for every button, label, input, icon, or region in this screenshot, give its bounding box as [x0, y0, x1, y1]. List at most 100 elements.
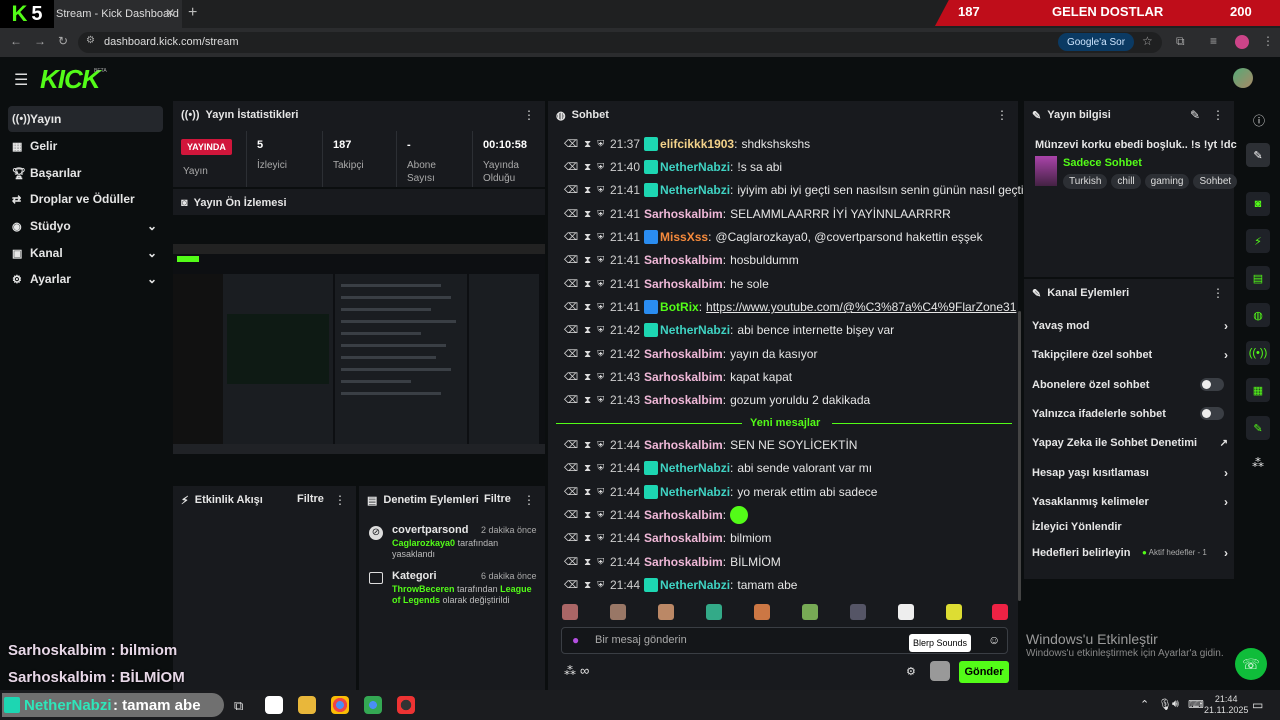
message-username[interactable]: Sarhoskalbim: [644, 531, 723, 545]
sidebar-item-basarilar[interactable]: 🏆︎ Başarılar: [8, 160, 163, 186]
message-username[interactable]: Sarhoskalbim: [644, 207, 723, 221]
close-tab-icon[interactable]: ✕: [165, 6, 175, 20]
emote-icon[interactable]: [850, 604, 866, 620]
mod-tools-icon[interactable]: ⌫⧗⛨: [564, 139, 610, 150]
mod-tools-icon[interactable]: ⌫⧗⛨: [564, 395, 610, 406]
sidebar-item-droplar[interactable]: ⇄ Droplar ve Ödüller: [8, 186, 163, 212]
chrome-icon[interactable]: [331, 696, 349, 714]
volume-icon[interactable]: 🔊︎: [1172, 698, 1179, 711]
mod-tools-icon[interactable]: ⌫⧗⛨: [564, 533, 610, 544]
stream-info-menu-icon[interactable]: ⋮: [1212, 108, 1224, 122]
new-tab-icon[interactable]: +: [188, 4, 197, 22]
message-username[interactable]: Sarhoskalbim: [644, 347, 723, 361]
emotes-only-toggle[interactable]: [1200, 407, 1224, 420]
chat-scrollbar[interactable]: [1018, 311, 1021, 601]
info-icon[interactable]: ⓘ: [1253, 112, 1265, 129]
notifications-icon[interactable]: ▭: [1252, 698, 1263, 712]
mod-tools-icon[interactable]: ⌫⧗⛨: [564, 232, 610, 243]
moderation-widget-icon[interactable]: ▤: [1246, 266, 1270, 290]
edit-layout-icon[interactable]: ✎: [1246, 143, 1270, 167]
chat-settings-icon[interactable]: ⚙: [906, 665, 916, 678]
user-avatar[interactable]: [1233, 68, 1253, 88]
mod-item-user[interactable]: covertparsond: [392, 524, 468, 536]
message-username[interactable]: elifcikkk1903: [660, 137, 734, 151]
channel-actions-menu-icon[interactable]: ⋮: [1212, 286, 1224, 300]
emoji-icon[interactable]: ☺: [988, 633, 1000, 647]
message-username[interactable]: Sarhoskalbim: [644, 277, 723, 291]
message-username[interactable]: Sarhoskalbim: [644, 393, 723, 407]
action-subs-only[interactable]: Abonelere özel sohbet: [1032, 375, 1228, 395]
action-emotes-only[interactable]: Yalnızca ifadelerle sohbet: [1032, 404, 1228, 424]
action-slow-mode[interactable]: Yavaş mod ›: [1032, 316, 1228, 336]
mod-tools-icon[interactable]: ⌫⧗⛨: [564, 440, 610, 451]
emote-icon[interactable]: [706, 604, 722, 620]
forward-icon[interactable]: →: [34, 34, 46, 48]
emote-icon[interactable]: [946, 604, 962, 620]
send-button[interactable]: Gönder: [959, 661, 1009, 683]
blerp-icon[interactable]: [930, 661, 950, 681]
more-widgets-icon[interactable]: ⁂: [1252, 456, 1264, 470]
message-username[interactable]: NetherNabzi: [660, 578, 730, 592]
stats-widget-icon[interactable]: ▦: [1246, 378, 1270, 402]
action-banned-words[interactable]: Yasaklanmış kelimeler ›: [1032, 492, 1228, 512]
mod-tools-icon[interactable]: ⌫⧗⛨: [564, 325, 610, 336]
mod-tools-icon[interactable]: ⌫⧗⛨: [564, 279, 610, 290]
message-username[interactable]: NetherNabzi: [660, 323, 730, 337]
browser-tab[interactable]: K5 Stream - Kick Dashboard ✕: [0, 0, 182, 28]
message-username[interactable]: BotRix: [660, 300, 699, 314]
category-name[interactable]: Sadece Sohbet: [1063, 157, 1142, 169]
browser-menu-icon[interactable]: ⋮: [1262, 34, 1274, 48]
reload-icon[interactable]: ↻: [58, 34, 68, 48]
activity-menu-icon[interactable]: ⋮: [334, 493, 346, 507]
sidebar-item-kanal[interactable]: ▣ Kanal ⌄: [8, 240, 163, 266]
activity-filter-button[interactable]: Filtre: [297, 493, 324, 505]
mod-tools-icon[interactable]: ⌫⧗⛨: [564, 349, 610, 360]
subs-only-toggle[interactable]: [1200, 378, 1224, 391]
tools-widget-icon[interactable]: ✎: [1246, 416, 1270, 440]
action-account-age[interactable]: Hesap yaşı kısıtlaması ›: [1032, 463, 1228, 483]
chat-menu-icon[interactable]: ⋮: [996, 108, 1008, 122]
mod-tools-icon[interactable]: ⌫⧗⛨: [564, 557, 610, 568]
moderation-filter-button[interactable]: Filtre: [484, 493, 511, 505]
action-ai-moderation[interactable]: Yapay Zeka ile Sohbet Denetimi ↗: [1032, 433, 1228, 453]
file-explorer-icon[interactable]: [298, 696, 316, 714]
share-icon[interactable]: ⁂: [564, 664, 576, 678]
message-username[interactable]: NetherNabzi: [660, 160, 730, 174]
network-icon[interactable]: ⌨: [1188, 698, 1204, 711]
sidebar-item-studyo[interactable]: ◉ Stüdyo ⌄: [8, 213, 163, 239]
mic-tray-icon[interactable]: 🎙︎: [1158, 698, 1172, 711]
help-button[interactable]: ☏: [1235, 648, 1267, 680]
profile-icon[interactable]: [1235, 35, 1249, 49]
action-redirect-viewers[interactable]: İzleyici Yönlendir: [1032, 517, 1228, 537]
chrome-icon[interactable]: [364, 696, 382, 714]
message-username[interactable]: Sarhoskalbim: [644, 555, 723, 569]
edit-icon[interactable]: ✎: [1190, 108, 1200, 122]
infinity-icon[interactable]: ∞: [580, 663, 589, 678]
kick-logo[interactable]: KICK: [40, 64, 101, 95]
emote-icon[interactable]: [898, 604, 914, 620]
emote-icon[interactable]: [562, 604, 578, 620]
hamburger-icon[interactable]: ☰: [14, 70, 28, 90]
mod-tools-icon[interactable]: ⌫⧗⛨: [564, 463, 610, 474]
google-ask-button[interactable]: Google'a Sor: [1058, 33, 1134, 51]
mod-actor[interactable]: ThrowBeceren: [392, 584, 455, 594]
mod-tools-icon[interactable]: ⌫⧗⛨: [564, 372, 610, 383]
reading-list-icon[interactable]: ≡: [1210, 34, 1217, 48]
preview-widget-icon[interactable]: ◙: [1246, 192, 1270, 216]
extensions-icon[interactable]: ⧉: [1176, 34, 1185, 49]
emote-icon[interactable]: [992, 604, 1008, 620]
sidebar-item-ayarlar[interactable]: ⚙ Ayarlar ⌄: [8, 266, 163, 292]
mod-tools-icon[interactable]: ⌫⧗⛨: [564, 510, 610, 521]
activity-widget-icon[interactable]: ⚡︎: [1246, 229, 1270, 253]
message-username[interactable]: NetherNabzi: [660, 461, 730, 475]
emote-icon[interactable]: [754, 604, 770, 620]
message-text[interactable]: https://www.youtube.com/@%C3%87a%C4%9Fla…: [706, 300, 1016, 314]
mod-tools-icon[interactable]: ⌫⧗⛨: [564, 209, 610, 220]
message-username[interactable]: NetherNabzi: [660, 183, 730, 197]
microphone-icon[interactable]: ●: [572, 633, 579, 647]
mod-tools-icon[interactable]: ⌫⧗⛨: [564, 302, 610, 313]
broadcast-widget-icon[interactable]: ((•)): [1246, 341, 1270, 365]
task-view-icon[interactable]: ⧉: [234, 698, 243, 714]
address-input[interactable]: [78, 32, 1162, 53]
message-username[interactable]: Sarhoskalbim: [644, 508, 723, 522]
